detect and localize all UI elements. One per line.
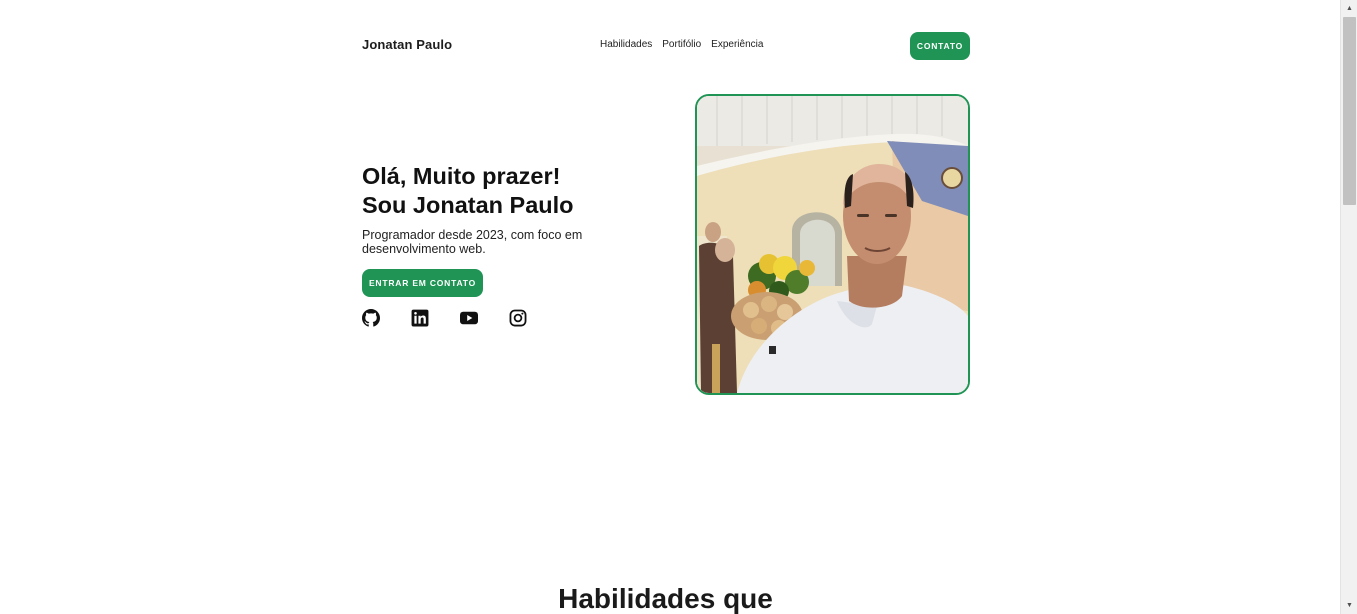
nav-link-experiencia[interactable]: Experiência [711,39,763,50]
scroll-down-arrow-icon[interactable]: ▼ [1341,597,1357,614]
youtube-icon[interactable] [460,309,478,327]
github-icon[interactable] [362,309,380,327]
page: Jonatan Paulo Habilidades Portifólio Exp… [0,0,1340,614]
hero-title: Olá, Muito prazer! Sou Jonatan Paulo [362,162,574,220]
contact-button[interactable]: CONTATO [910,32,970,60]
scroll-up-arrow-icon[interactable]: ▲ [1341,0,1357,17]
page-scrollbar[interactable]: ▲ ▼ [1340,0,1357,614]
scrollbar-thumb[interactable] [1343,17,1356,205]
hero-title-line-1: Olá, Muito prazer! [362,163,561,189]
hero-subtitle: Programador desde 2023, com foco em dese… [362,228,583,256]
contact-cta-button[interactable]: ENTRAR EM CONTATO [362,269,483,297]
hero-title-line-2: Sou Jonatan Paulo [362,192,574,218]
social-links [362,309,527,327]
nav-link-portifolio[interactable]: Portifólio [662,39,701,50]
main-nav: Habilidades Portifólio Experiência [600,39,763,50]
brand-name[interactable]: Jonatan Paulo [362,37,452,52]
linkedin-icon[interactable] [411,309,429,327]
profile-photo [695,94,970,395]
instagram-icon[interactable] [509,309,527,327]
skills-section-title: Habilidades que [558,583,773,614]
nav-link-habilidades[interactable]: Habilidades [600,39,652,50]
